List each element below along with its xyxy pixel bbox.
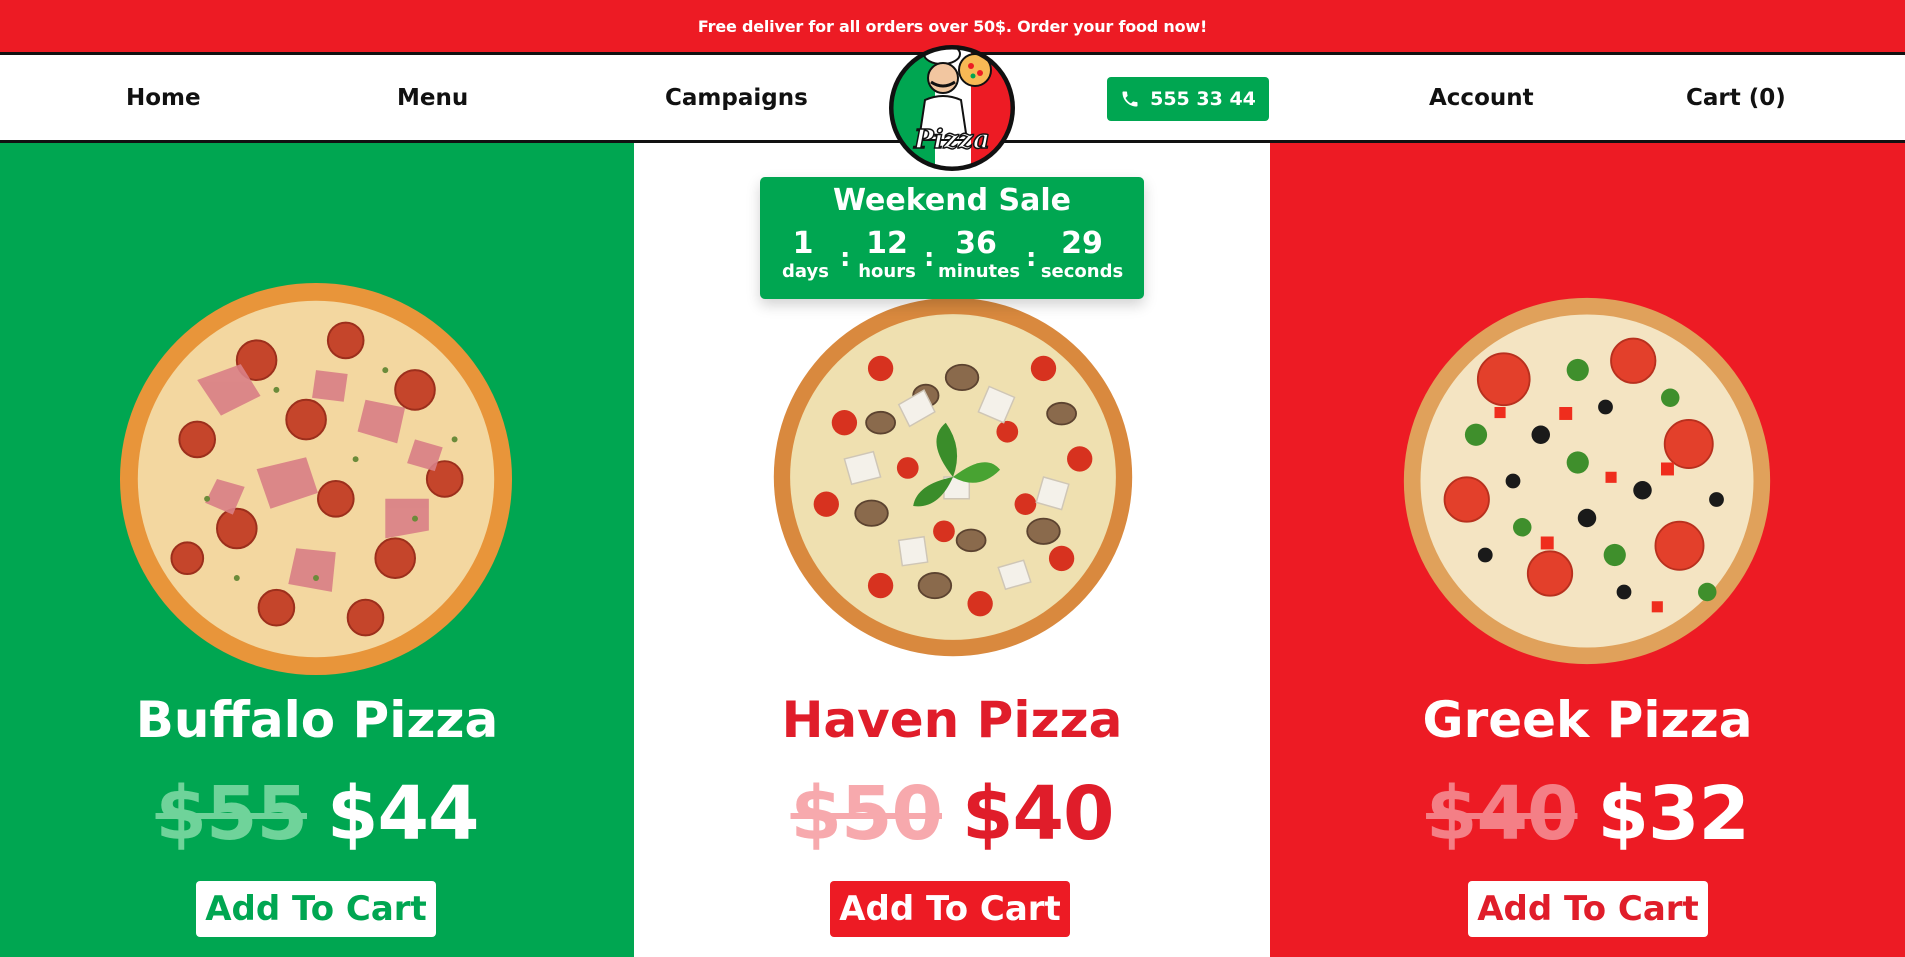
nav-cart[interactable]: Cart (0) bbox=[1686, 55, 1786, 140]
announcement-text: Free deliver for all orders over 50$. Or… bbox=[697, 16, 1208, 36]
old-price: $50 bbox=[790, 771, 943, 857]
nav-menu[interactable]: Menu bbox=[397, 55, 468, 140]
old-price: $40 bbox=[1426, 771, 1578, 857]
phone-number: 555 33 44 bbox=[1150, 88, 1256, 110]
countdown-seconds: 29 seconds bbox=[1040, 227, 1124, 283]
add-to-cart-button[interactable]: Add To Cart bbox=[196, 881, 436, 937]
phone-icon bbox=[1122, 91, 1138, 107]
new-price: $44 bbox=[327, 771, 479, 857]
product-prices: $50 $40 bbox=[634, 771, 1270, 857]
countdown-label: hours bbox=[858, 261, 916, 282]
countdown-label: seconds bbox=[1040, 261, 1124, 282]
countdown-value: 12 bbox=[866, 226, 908, 261]
logo-text: Pizza bbox=[913, 125, 990, 155]
product-prices: $40 $32 bbox=[1270, 771, 1905, 857]
countdown-value: 29 bbox=[1061, 226, 1103, 261]
product-name: Buffalo Pizza bbox=[135, 691, 499, 749]
greek-pizza-image[interactable] bbox=[1401, 296, 1773, 666]
product-card-greek: Greek Pizza $40 $32 Add To Cart bbox=[1270, 143, 1905, 957]
product-name: Greek Pizza bbox=[1422, 691, 1753, 749]
pizza-logo[interactable]: Pizza bbox=[887, 40, 1017, 172]
countdown-separator: : bbox=[840, 243, 851, 273]
nav-campaigns[interactable]: Campaigns bbox=[665, 55, 808, 140]
add-to-cart-button[interactable]: Add To Cart bbox=[830, 881, 1070, 937]
add-to-cart-button[interactable]: Add To Cart bbox=[1468, 881, 1708, 937]
countdown-value: 36 bbox=[955, 226, 997, 261]
countdown-hours: 12 hours bbox=[858, 227, 916, 283]
countdown-separator: : bbox=[1026, 243, 1037, 273]
old-price: $55 bbox=[155, 771, 308, 857]
new-price: $32 bbox=[1597, 771, 1750, 857]
nav-account[interactable]: Account bbox=[1429, 55, 1534, 140]
weekend-sale-countdown: Weekend Sale 1 days : 12 hours : 36 minu… bbox=[760, 177, 1144, 299]
phone-button[interactable]: 555 33 44 bbox=[1107, 77, 1269, 121]
countdown-days: 1 days bbox=[782, 226, 829, 283]
countdown-label: days bbox=[782, 261, 829, 282]
countdown-value: 1 bbox=[792, 226, 814, 261]
product-card-buffalo: Buffalo Pizza $55 $44 Add To Cart bbox=[0, 143, 634, 957]
buffalo-pizza-image[interactable] bbox=[115, 281, 517, 677]
product-name: Haven Pizza bbox=[781, 691, 1123, 749]
countdown-separator: : bbox=[924, 243, 935, 273]
countdown-label: minutes bbox=[938, 261, 1021, 282]
countdown-minutes: 36 minutes bbox=[938, 226, 1021, 283]
nav-home[interactable]: Home bbox=[126, 55, 201, 140]
product-prices: $55 $44 bbox=[0, 771, 634, 857]
haven-pizza-image[interactable] bbox=[770, 296, 1136, 658]
sale-title: Weekend Sale bbox=[833, 183, 1071, 218]
new-price: $40 bbox=[962, 771, 1114, 857]
